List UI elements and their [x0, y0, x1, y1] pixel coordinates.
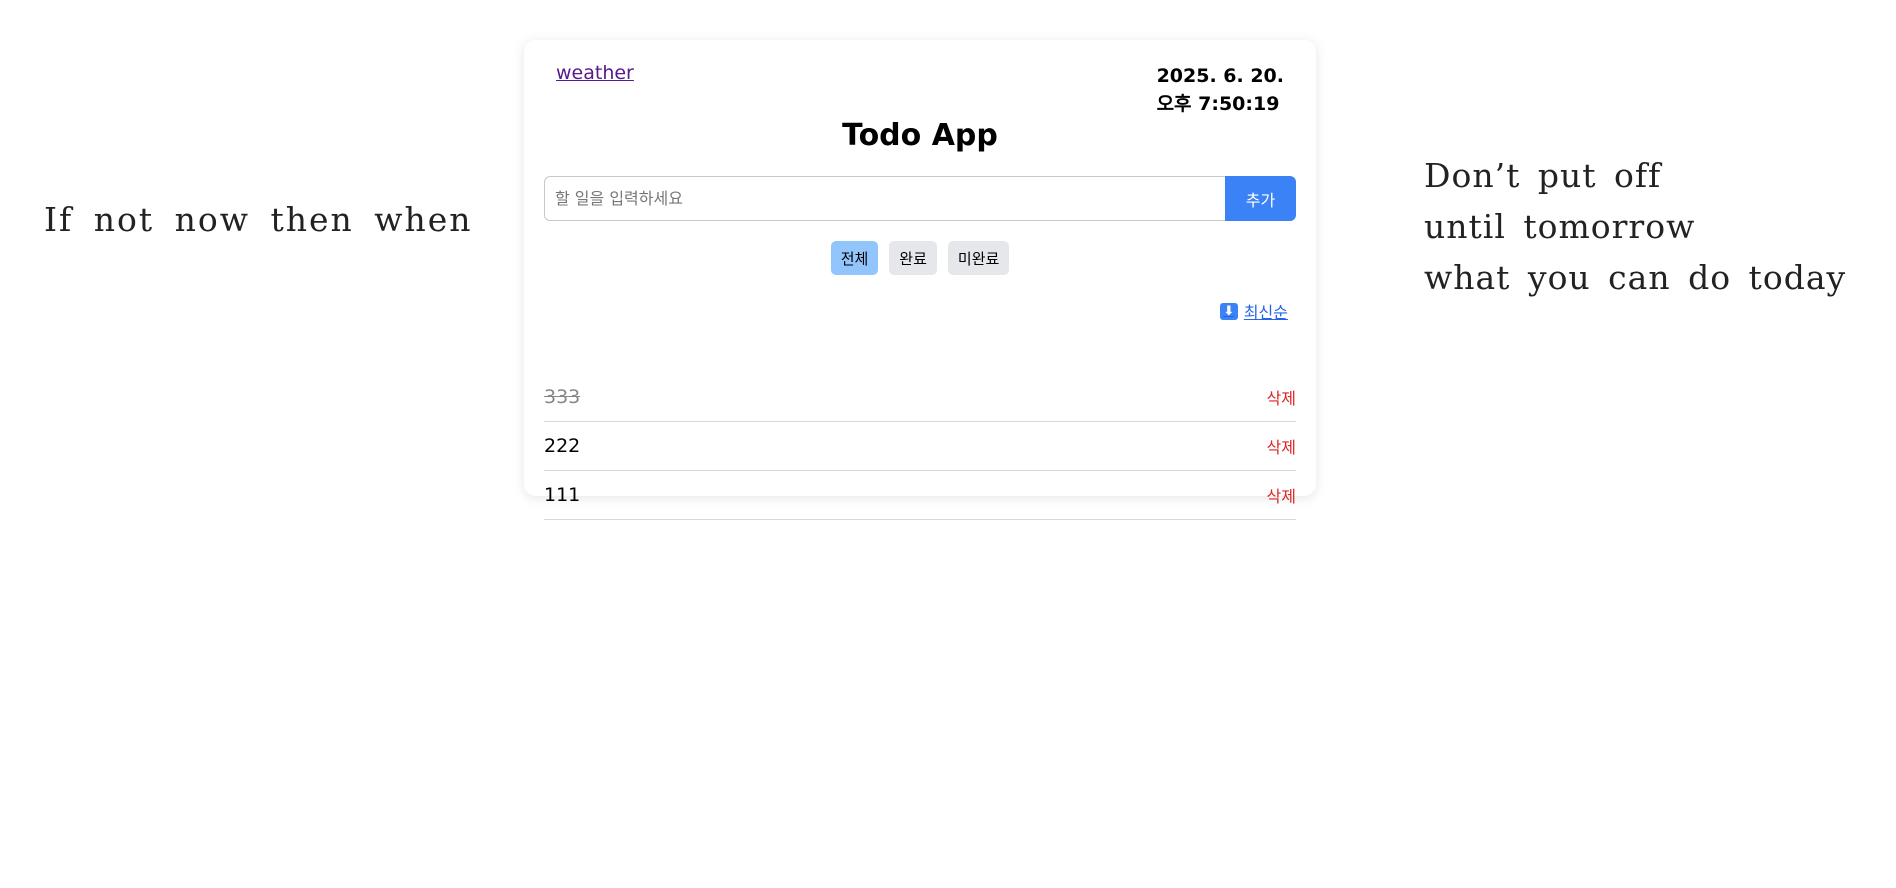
todo-text[interactable]: 222: [544, 435, 580, 457]
filter-all-button[interactable]: 전체: [830, 241, 879, 275]
app-title: Todo App: [842, 118, 998, 153]
filter-undone-button[interactable]: 미완료: [947, 241, 1010, 275]
sort-newest-link[interactable]: ⬇ 최신순: [1219, 299, 1288, 323]
quote-right-line: until tomorrow: [1424, 207, 1696, 246]
todo-list: 333 삭제 222 삭제 111 삭제: [544, 373, 1296, 520]
add-todo-form: 추가: [544, 176, 1296, 221]
page: If not now then when Don’t put off until…: [0, 0, 1896, 888]
clock-date: 2025. 6. 20.: [1156, 65, 1284, 87]
down-arrow-icon: ⬇: [1219, 302, 1238, 320]
delete-button[interactable]: 삭제: [1267, 483, 1296, 507]
todo-text[interactable]: 333: [544, 386, 580, 408]
add-button[interactable]: 추가: [1225, 176, 1296, 221]
todo-card: weather 2025. 6. 20. 오후 7:50:19 Todo App…: [524, 40, 1316, 520]
quote-right-line: Don’t put off: [1424, 156, 1662, 195]
filter-done-button[interactable]: 완료: [889, 241, 937, 275]
todo-item: 222 삭제: [544, 422, 1296, 471]
filter-group: 전체 완료 미완료: [524, 241, 1316, 275]
todo-item: 333 삭제: [544, 373, 1296, 422]
todo-item: 111 삭제: [544, 471, 1296, 520]
delete-button[interactable]: 삭제: [1267, 434, 1296, 458]
todo-text[interactable]: 111: [544, 484, 580, 506]
sort-label: 최신순: [1243, 303, 1288, 322]
weather-link[interactable]: weather: [556, 62, 634, 84]
clock: 2025. 6. 20. 오후 7:50:19: [1157, 62, 1284, 118]
delete-button[interactable]: 삭제: [1267, 385, 1296, 409]
quote-left: If not now then when: [44, 200, 473, 239]
quote-right-line: what you can do today: [1424, 258, 1847, 297]
todo-input[interactable]: [544, 176, 1225, 221]
quote-right: Don’t put off until tomorrow what you ca…: [1424, 150, 1846, 303]
clock-time: 오후 7:50:19: [1156, 93, 1280, 115]
